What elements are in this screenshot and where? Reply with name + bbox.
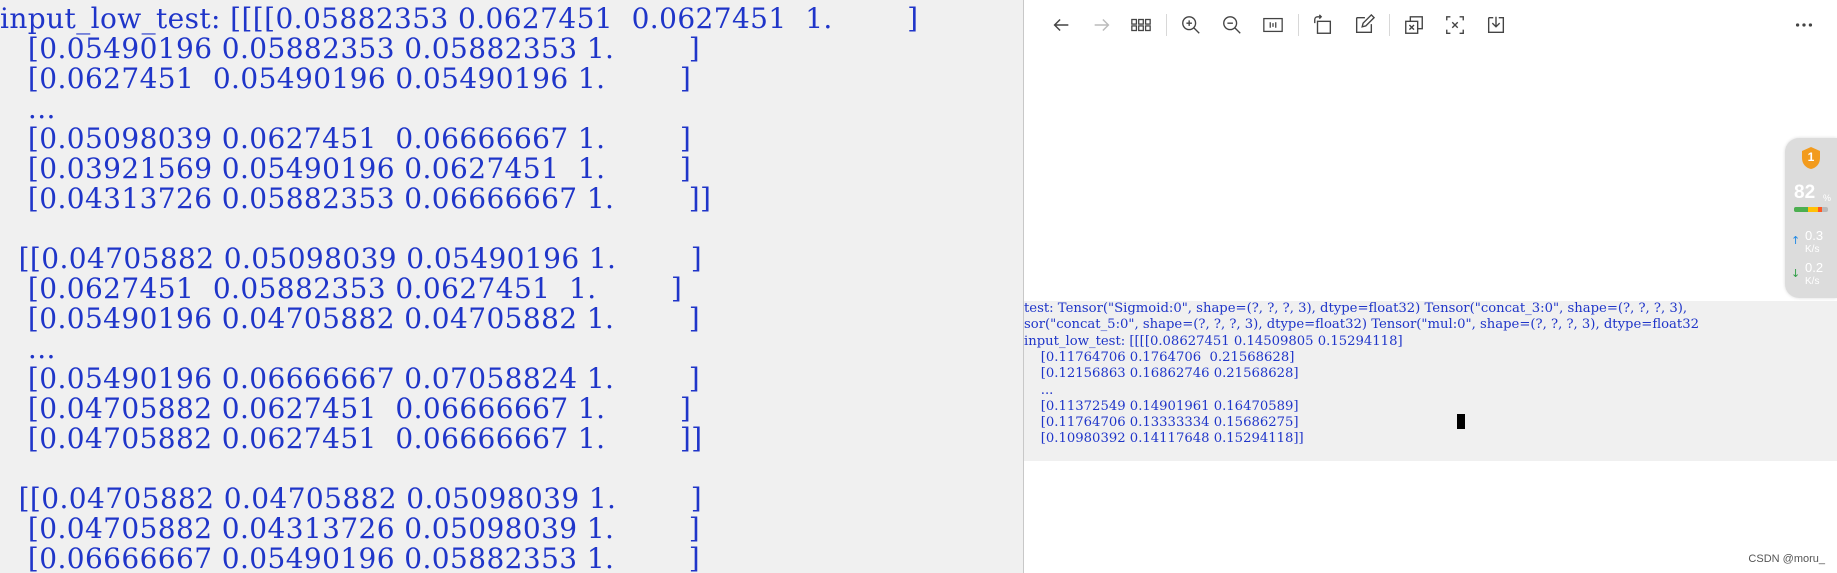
memory-percent: 82	[1794, 182, 1816, 203]
shield-badge-icon: 1	[1799, 146, 1823, 170]
viewer-terminal-line: sor("concat_5:0", shape=(?, ?, ?, 3), dt…	[1024, 317, 1700, 333]
viewer-terminal-line: test: Tensor("Sigmoid:0", shape=(?, ?, ?…	[1024, 301, 1688, 316]
terminal-line: [0.03921569 0.05490196 0.0627451 1. ]	[0, 152, 692, 185]
viewer-terminal-line: ...	[1024, 382, 1054, 398]
badge-count: 1	[1807, 150, 1815, 164]
upload-speed: 0.3	[1805, 228, 1824, 243]
terminal-line: [0.0627451 0.05882353 0.0627451 1. ]	[0, 272, 683, 305]
viewer-toolbar	[1024, 0, 1837, 48]
image-viewer: test: Tensor("Sigmoid:0", shape=(?, ?, ?…	[1024, 0, 1837, 573]
download-icon[interactable]	[1481, 10, 1511, 40]
system-monitor-widget[interactable]: 1 82 % ↑ 0.3 K/s ↓ 0.2 K/s	[1785, 138, 1837, 298]
rotate-icon[interactable]	[1308, 10, 1338, 40]
toolbar-divider	[1389, 14, 1390, 36]
viewer-terminal-line: [0.11764706 0.1764706 0.21568628]	[1024, 349, 1295, 365]
grid-icon[interactable]	[1126, 10, 1156, 40]
terminal-line: [0.04705882 0.04313726 0.05098039 1. ]	[0, 512, 701, 545]
crop-icon[interactable]	[1440, 10, 1470, 40]
percent-sign: %	[1823, 193, 1832, 203]
terminal-cursor	[1457, 414, 1465, 429]
edit-icon[interactable]	[1349, 10, 1379, 40]
terminal-line: ...	[0, 332, 56, 365]
download-unit: K/s	[1805, 276, 1820, 287]
arrow-right-icon[interactable]	[1087, 10, 1117, 40]
terminal-line: [[0.04705882 0.04705882 0.05098039 1. ]	[0, 482, 703, 515]
usage-bar-segment	[1817, 207, 1822, 212]
viewer-terminal-line: [0.11764706 0.13333334 0.15686275]	[1024, 415, 1299, 431]
terminal-line: [0.05490196 0.04705882 0.04705882 1. ]	[0, 302, 701, 335]
viewer-terminal-line: [0.12156863 0.16862746 0.21568628]	[1024, 366, 1299, 382]
upload-unit: K/s	[1805, 244, 1820, 255]
terminal-output-panel: input_low_test: [[[[0.05882353 0.0627451…	[0, 0, 1024, 573]
copy-icon[interactable]	[1399, 10, 1429, 40]
terminal-line: [0.05490196 0.06666667 0.07058824 1. ]	[0, 362, 701, 395]
viewer-terminal-line: [0.10980392 0.14117648 0.15294118]]	[1024, 431, 1304, 447]
viewer-terminal-line: [0.11372549 0.14901961 0.16470589]	[1024, 398, 1299, 414]
zoom-out-icon[interactable]	[1217, 10, 1247, 40]
zoom-in-icon[interactable]	[1176, 10, 1206, 40]
terminal-line: [0.05490196 0.05882353 0.05882353 1. ]	[0, 32, 701, 65]
more-icon[interactable]	[1789, 10, 1819, 40]
usage-bar	[1794, 207, 1828, 212]
terminal-line: [0.05098039 0.0627451 0.06666667 1. ]	[0, 122, 692, 155]
arrow-left-icon[interactable]	[1046, 10, 1076, 40]
terminal-line: [0.0627451 0.05490196 0.05490196 1. ]	[0, 62, 692, 95]
download-speed: 0.2	[1805, 260, 1824, 275]
viewer-terminal-line: input_low_test: [[[[0.08627451 0.1450980…	[1024, 333, 1403, 349]
usage-bar-segment	[1794, 207, 1808, 212]
toolbar-divider	[1166, 14, 1167, 36]
watermark-text: CSDN @moru_	[1748, 553, 1825, 565]
terminal-line: input_low_test: [[[[0.05882353 0.0627451…	[0, 2, 919, 35]
viewer-terminal-image: test: Tensor("Sigmoid:0", shape=(?, ?, ?…	[1024, 301, 1837, 461]
fit-width-icon[interactable]	[1258, 10, 1288, 40]
terminal-line: [0.06666667 0.05490196 0.05882353 1. ]	[0, 542, 701, 573]
terminal-line: ...	[0, 92, 56, 125]
terminal-line: [0.04705882 0.0627451 0.06666667 1. ]]	[0, 422, 703, 455]
download-arrow-icon: ↓	[1791, 267, 1801, 280]
upload-arrow-icon: ↑	[1791, 234, 1801, 247]
terminal-line: [0.04313726 0.05882353 0.06666667 1. ]]	[0, 182, 712, 215]
terminal-line: [0.04705882 0.0627451 0.06666667 1. ]	[0, 392, 692, 425]
terminal-line: [[0.04705882 0.05098039 0.05490196 1. ]	[0, 242, 703, 275]
toolbar-divider	[1298, 14, 1299, 36]
usage-bar-segment	[1807, 207, 1818, 212]
